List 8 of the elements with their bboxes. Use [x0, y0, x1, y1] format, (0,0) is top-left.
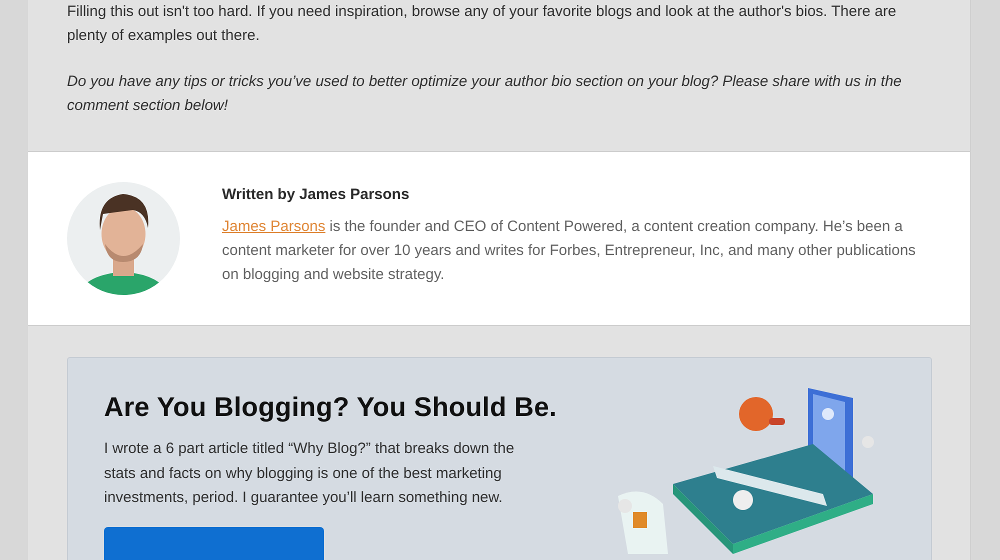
promo-text: I wrote a 6 part article titled “Why Blog?” that breaks down the stats and facts on why blogging is one of the best marketing investments, period. I guarantee you’ll learn something new.: [104, 439, 516, 508]
promo-title: Are You Blogging? You Should Be.: [104, 392, 557, 423]
cta-button[interactable]: [104, 526, 324, 560]
article-paragraph: Filling this out isn't too hard. If you need inspiration, browse any of your favorite blogs and look at the author's bios. There are plenty of examples out there.: [67, 2, 898, 46]
author-link[interactable]: James Parsons: [222, 218, 326, 235]
article-paragraph: Do you have any tips or tricks you’ve used to better optimize your author bio section on your blog? Please share with us in the comment section below!: [67, 72, 903, 116]
author-bio: James Parsons is the founder and CEO of Content Powered, a content creation company. He’s been a content marketer for over 10 years and writes for Forbes, Entrepreneur, Inc, and many other publications on blogging and website strategy.: [222, 217, 917, 285]
author-heading: Written by James Parsons: [222, 186, 410, 203]
